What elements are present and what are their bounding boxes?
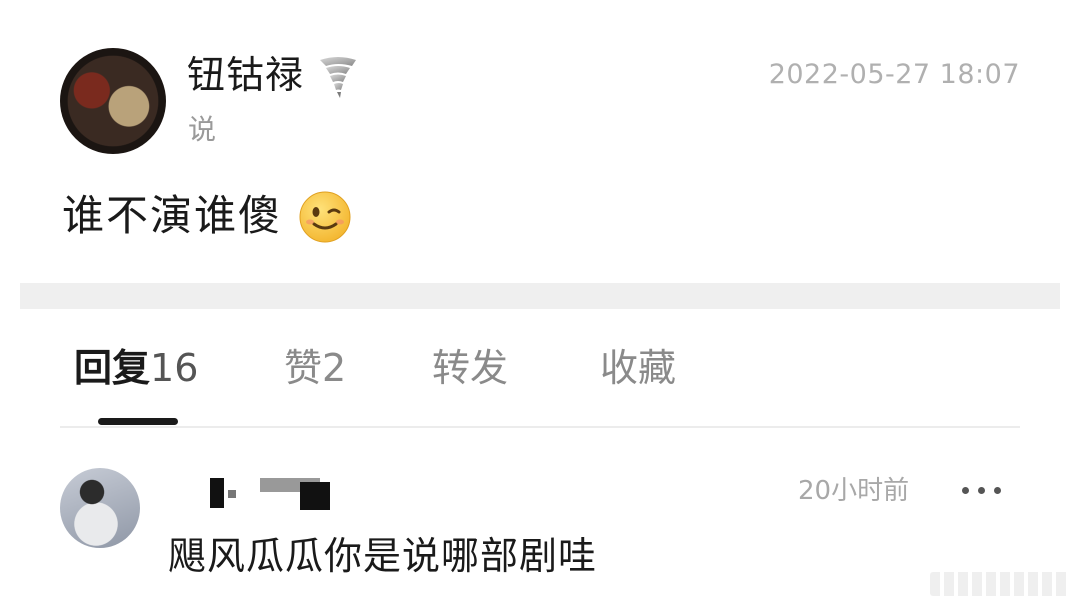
tab-favorites[interactable]: 收藏 (600, 344, 676, 392)
tab-replies[interactable]: 回复16 (74, 344, 198, 392)
tab-reposts[interactable]: 转发 (432, 344, 508, 392)
watermark (930, 572, 1070, 596)
section-divider (20, 283, 1060, 309)
winking-face-icon (299, 191, 351, 243)
avatar[interactable] (60, 48, 166, 154)
tornado-icon (320, 57, 356, 98)
commenter-name-redacted[interactable] (200, 474, 340, 510)
comment-item: 20小时前 飓风瓜瓜你是说哪部剧哇 (0, 440, 1080, 612)
more-dots-icon[interactable] (958, 476, 1006, 504)
post-body: 谁不演谁傻 (62, 191, 283, 240)
tab-count: 2 (322, 346, 347, 390)
tab-bar: 回复16 赞2 转发 收藏 (0, 330, 1080, 430)
tab-label: 赞 (284, 346, 323, 390)
comment-timestamp: 20小时前 (798, 476, 910, 506)
tab-label: 收藏 (600, 346, 677, 390)
avatar[interactable] (60, 468, 140, 548)
tab-underline (60, 426, 1020, 428)
tab-likes[interactable]: 赞2 (284, 344, 346, 392)
username[interactable]: 钮钴禄 (187, 52, 304, 98)
post-action-label: 说 (188, 113, 217, 146)
tab-label: 回复 (74, 346, 151, 390)
post-header: 钮钴禄 说 2022-05-27 18:07 (0, 0, 1080, 170)
tab-label: 转发 (432, 346, 509, 390)
active-tab-indicator (98, 418, 178, 425)
post-timestamp: 2022-05-27 18:07 (768, 59, 1020, 90)
comment-text: 飓风瓜瓜你是说哪部剧哇 (168, 534, 598, 578)
tab-count: 16 (150, 346, 199, 390)
